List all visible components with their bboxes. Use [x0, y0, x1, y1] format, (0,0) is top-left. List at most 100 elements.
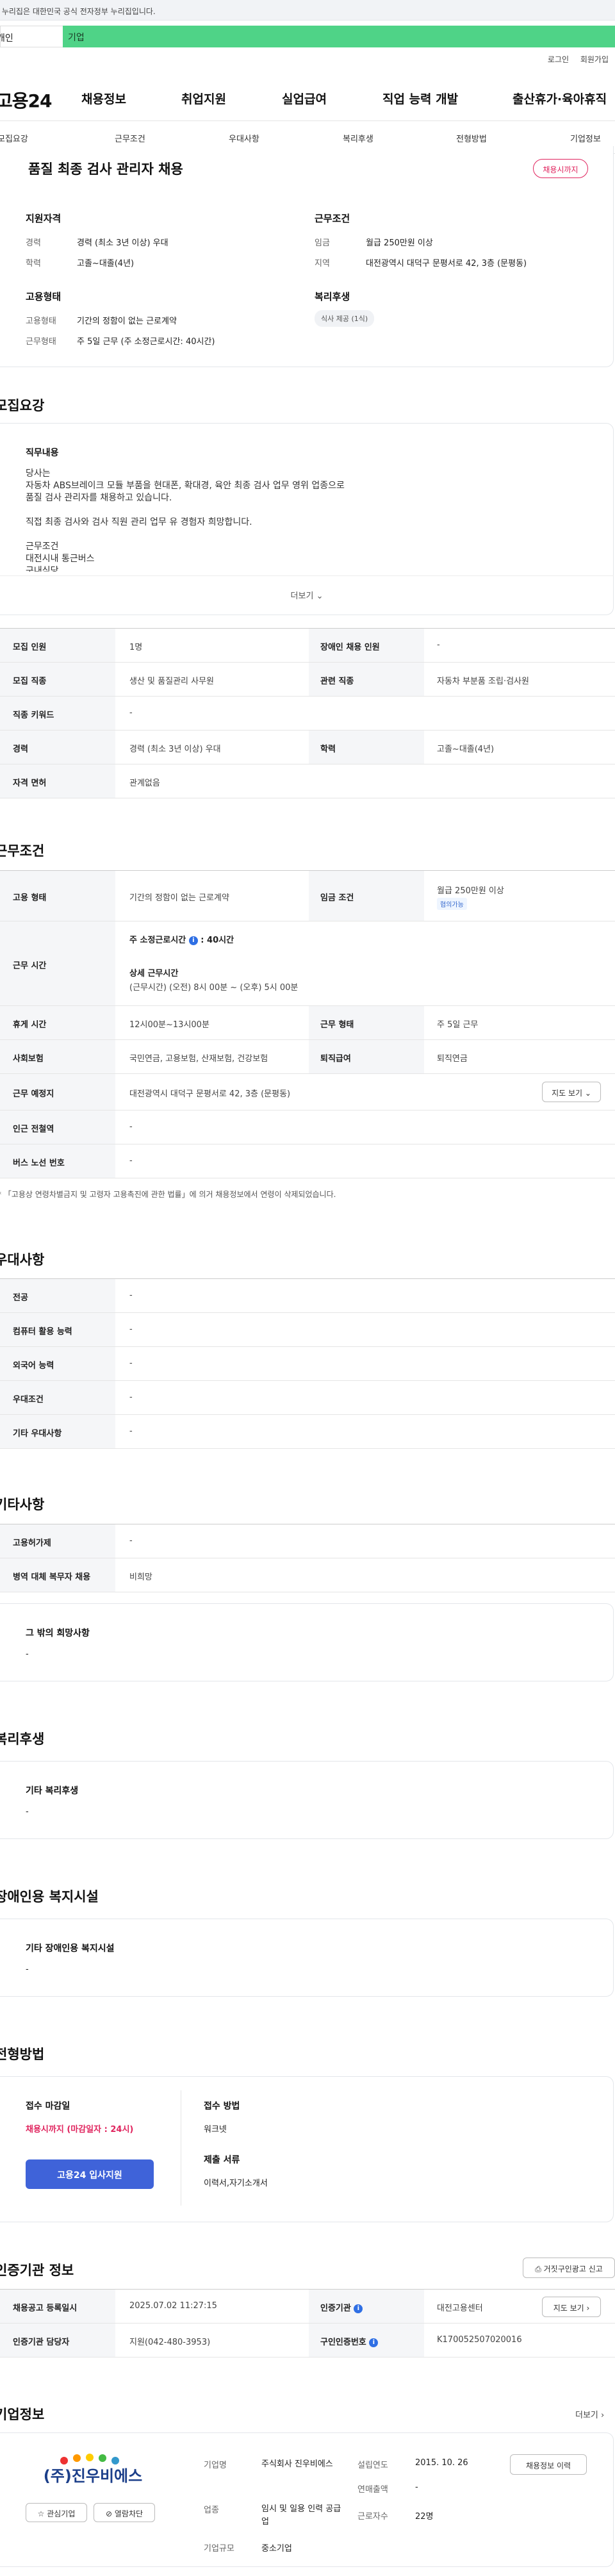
- table-row: 고용허가제 -: [0, 1524, 615, 1558]
- table-row: 근무 시간 주 소정근로시간 i : 40시간 상세 근무시간 (근무시간) (…: [0, 921, 615, 1006]
- tab-individual-label: 개인: [0, 33, 13, 44]
- row-value: -: [129, 708, 133, 718]
- row-value: 관계없음: [129, 779, 160, 788]
- lnb-item-process[interactable]: 전형방법: [456, 132, 487, 144]
- qualification-heading: 지원자격: [26, 213, 62, 224]
- welfare-card-title: 기타 복리후생: [26, 1786, 79, 1796]
- company-size-label: 기업규모: [204, 2544, 234, 2554]
- site-logo[interactable]: 고용24: [0, 87, 52, 113]
- table-row: 직종 키워드 -: [0, 697, 615, 731]
- desc-line: 근무조건: [26, 541, 59, 552]
- pref-section-title: 우대사항: [0, 1252, 45, 1267]
- block-company-button[interactable]: ⊘ 열람차단: [94, 2503, 155, 2522]
- lnb-item-recruit[interactable]: 모집요강: [0, 132, 28, 144]
- welfare-chip: 식사 제공 (1식): [315, 310, 375, 327]
- deadline-badge: 채용시까지: [533, 159, 588, 178]
- welfare-card-value: -: [26, 1807, 29, 1817]
- row-value: -: [129, 1358, 133, 1368]
- join-link[interactable]: 회원가입: [580, 55, 609, 64]
- table-row: 버스 노선 번호 -: [0, 1144, 615, 1178]
- row-value: -: [129, 1156, 133, 1166]
- welfare-section-title: 복리후생: [0, 1731, 45, 1747]
- info-icon[interactable]: i: [369, 2338, 379, 2347]
- table-row: 기타 우대사항 -: [0, 1415, 615, 1449]
- company-logo: (주)진우비에스: [26, 2452, 160, 2497]
- process-section-title: 전형방법: [0, 2047, 45, 2062]
- lnb-item-conditions[interactable]: 근무조건: [115, 132, 145, 144]
- table-row: 우대조건 -: [0, 1381, 615, 1415]
- work-type-label: 근무형태: [26, 337, 56, 347]
- lnb-item-welfare[interactable]: 복리후생: [343, 132, 373, 144]
- user-type-tabs: 개인 기업: [0, 26, 615, 47]
- info-icon[interactable]: i: [188, 936, 198, 945]
- lnb-item-preferences[interactable]: 우대사항: [229, 132, 259, 144]
- founded-value: 2015. 10. 26: [415, 2458, 468, 2468]
- row-value: 월급 250만원 이상: [437, 886, 504, 896]
- education-label: 학력: [26, 259, 41, 268]
- map-button[interactable]: 지도 보기 ⌄: [542, 1082, 601, 1102]
- table-row: 모집 직종 생산 및 품질관리 사무원 관련 직종 자동차 부분품 조립·검사원: [0, 663, 615, 697]
- block-icon: ⊘: [105, 2509, 113, 2518]
- gnb-item-employment-support[interactable]: 취업지원: [181, 90, 226, 107]
- table-row: 자격 면허 관계없음: [0, 764, 615, 798]
- welfare-card: [0, 1761, 614, 1839]
- method-title: 접수 방법: [204, 2101, 240, 2111]
- row-label: 근무 형태: [320, 1020, 354, 1030]
- row-value: 12시00분~13시00분: [129, 1020, 209, 1030]
- job-description-title: 직무내용: [26, 448, 59, 458]
- row-label: 구인인증번호 i: [320, 2335, 379, 2347]
- conditions-heading: 근무조건: [315, 213, 350, 224]
- company-name-label: 기업명: [204, 2461, 227, 2470]
- other-wishes-title: 그 밖의 희망사항: [26, 1628, 90, 1639]
- tab-company[interactable]: 기업: [63, 26, 615, 47]
- recruit-section-title: 모집요강: [0, 398, 45, 413]
- row-label: 모집 직종: [13, 677, 47, 686]
- area-label: 지역: [315, 259, 330, 268]
- employment-heading: 고용형태: [26, 291, 62, 302]
- row-value: 고졸~대졸(4년): [437, 745, 495, 754]
- table-row: 외국어 능력 -: [0, 1347, 615, 1381]
- favorite-company-button[interactable]: ☆ 관심기업: [26, 2503, 87, 2522]
- age-notice: * 「고용상 연령차별금지 및 고령자 고용촉진에 관한 법률」에 의거 채용정…: [0, 1190, 336, 1199]
- sales-value: -: [415, 2482, 418, 2492]
- company-name-value: 주식회사 진우비에스: [261, 2459, 333, 2469]
- table-row: 경력 경력 (최소 3년 이상) 우대 학력 고졸~대졸(4년): [0, 731, 615, 764]
- row-label: 전공: [13, 1293, 28, 1303]
- login-link[interactable]: 로그인: [548, 55, 569, 64]
- row-label: 자격 면허: [13, 779, 47, 788]
- tab-individual[interactable]: 개인: [0, 26, 63, 47]
- other-wishes-card: [0, 1603, 614, 1681]
- row-label: 인증기관 담당자: [13, 2338, 70, 2347]
- row-label: 외국어 능력: [13, 1361, 54, 1371]
- desc-line: 당사는: [26, 468, 51, 479]
- table-row: 인근 전철역 -: [0, 1110, 615, 1144]
- industry-value: 임시 및 일용 인력 공급업: [261, 2504, 341, 2527]
- desc-line: 품질 검사 관리자를 채용하고 있습니다.: [26, 493, 172, 503]
- table-row: 전공 -: [0, 1279, 615, 1313]
- chevron-down-icon: ⌄: [584, 1089, 591, 1098]
- other-wishes-value: -: [26, 1649, 29, 1659]
- lnb-item-company[interactable]: 기업정보: [570, 132, 601, 144]
- row-value: -: [129, 1122, 133, 1132]
- apply-button[interactable]: 고용24 입사지원: [26, 2159, 154, 2189]
- employment-type-label: 고용형태: [26, 317, 56, 326]
- company-more-link[interactable]: 더보기 ›: [575, 2408, 604, 2420]
- gnb-item-jobs[interactable]: 채용정보: [81, 90, 126, 107]
- table-row: 근무 예정지 대전광역시 대덕구 문평서로 42, 3층 (문평동) 지도 보기…: [0, 1074, 615, 1110]
- table-row: 사회보험 국민연금, 고용보험, 산재보험, 건강보험 퇴직급여 퇴직연금: [0, 1040, 615, 1074]
- row-label: 고용 형태: [13, 893, 47, 903]
- career-label: 경력: [26, 238, 41, 248]
- method-value: 워크넷: [204, 2125, 227, 2134]
- row-value: 퇴직연금: [437, 1054, 468, 1064]
- cert-map-button[interactable]: 지도 보기 ›: [542, 2297, 601, 2317]
- job-history-button[interactable]: 채용정보 이력: [510, 2454, 587, 2475]
- gnb-item-unemployment-benefit[interactable]: 실업급여: [282, 90, 327, 107]
- row-value: -: [129, 1426, 133, 1436]
- row-value: 지원(042-480-3953): [129, 2338, 211, 2347]
- info-icon[interactable]: i: [354, 2304, 363, 2313]
- report-fake-ad-button[interactable]: ⎙ 거짓구인광고 신고: [523, 2258, 615, 2278]
- gnb-item-vocational-training[interactable]: 직업 능력 개발: [382, 90, 458, 107]
- row-label: 고용허가제: [13, 1539, 51, 1548]
- gnb-item-maternity-leave[interactable]: 출산휴가·육아휴직: [512, 90, 607, 107]
- expand-description-button[interactable]: 더보기 ⌄: [0, 575, 614, 614]
